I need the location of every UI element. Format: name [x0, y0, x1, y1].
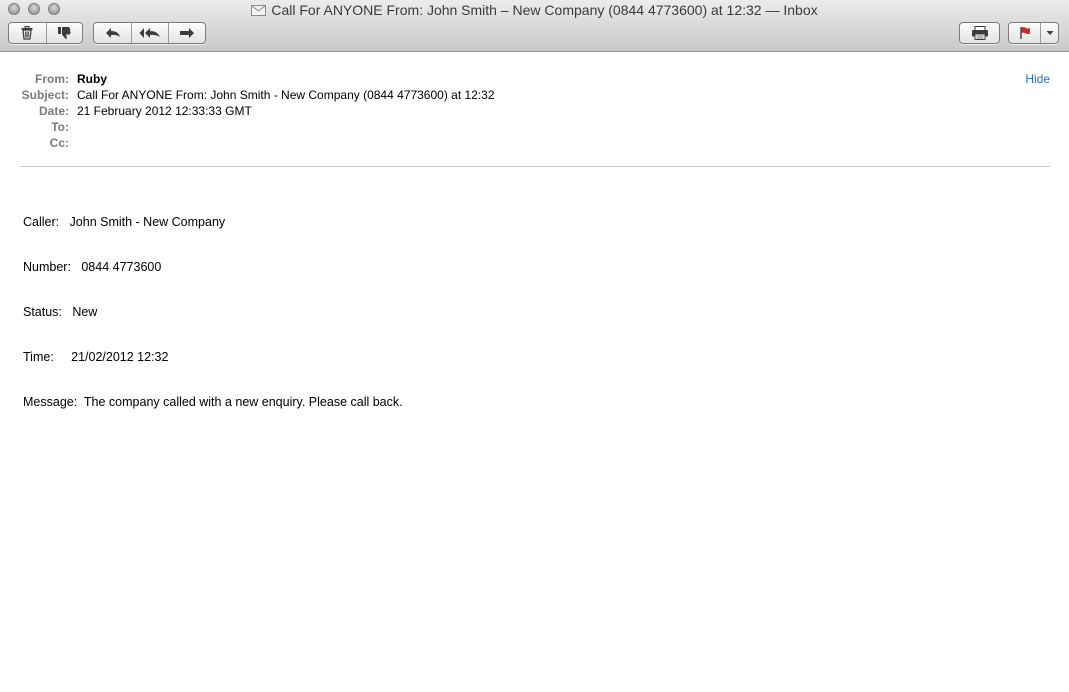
header-cc-row: Cc:	[0, 135, 1069, 151]
header-subject-row: Subject: Call For ANYONE From: John Smit…	[0, 87, 1069, 103]
body-line-caller: Caller: John Smith - New Company	[23, 215, 226, 229]
date-label: Date:	[38, 104, 69, 118]
flag-button[interactable]	[1009, 23, 1040, 43]
header-divider	[20, 166, 1050, 167]
flag-group	[1008, 22, 1059, 44]
reply-arrow-icon	[105, 27, 121, 39]
body-line-message: Message: The company called with a new e…	[23, 395, 403, 409]
print-group	[959, 22, 1000, 44]
toolbar: Call For ANYONE From: John Smith – New C…	[0, 0, 1069, 52]
body-line-time: Time: 21/02/2012 12:32	[23, 350, 169, 364]
from-label: From:	[35, 72, 69, 86]
from-value[interactable]: Ruby	[77, 71, 107, 87]
window-title: Call For ANYONE From: John Smith – New C…	[271, 2, 818, 18]
reply-group	[93, 22, 206, 44]
header-date-row: Date: 21 February 2012 12:33:33 GMT	[0, 103, 1069, 119]
thumbs-down-icon	[57, 26, 72, 40]
body-line-status: Status: New	[23, 305, 98, 319]
body-line-number: Number: 0844 4773600	[23, 260, 162, 274]
reply-all-button[interactable]	[131, 23, 168, 43]
print-button[interactable]	[960, 23, 999, 43]
flag-dropdown-button[interactable]	[1040, 23, 1058, 43]
cc-label: Cc:	[49, 136, 69, 150]
header-to-row: To:	[0, 119, 1069, 135]
flag-icon	[1018, 26, 1032, 40]
subject-value: Call For ANYONE From: John Smith - New C…	[77, 88, 495, 102]
trash-icon	[20, 26, 34, 40]
delete-button[interactable]	[9, 23, 46, 43]
reply-all-arrow-icon	[139, 27, 161, 39]
mail-message-window: Call For ANYONE From: John Smith – New C…	[0, 0, 1069, 692]
forward-arrow-icon	[179, 27, 195, 39]
date-value: 21 February 2012 12:33:33 GMT	[77, 104, 252, 118]
printer-icon	[971, 26, 989, 40]
header-from-row: From: Ruby	[0, 71, 1069, 87]
reply-button[interactable]	[94, 23, 131, 43]
subject-label: Subject:	[21, 88, 69, 102]
envelope-icon	[251, 2, 267, 20]
junk-button[interactable]	[45, 23, 83, 43]
chevron-down-icon	[1046, 30, 1054, 36]
delete-junk-group	[8, 22, 83, 44]
to-label: To:	[51, 120, 69, 134]
window-title-bar: Call For ANYONE From: John Smith – New C…	[0, 1, 1069, 19]
message-body: Caller: John Smith - New Company Number:…	[23, 185, 403, 440]
forward-button[interactable]	[168, 23, 205, 43]
message-headers: From: Ruby Subject: Call For ANYONE From…	[0, 71, 1069, 151]
